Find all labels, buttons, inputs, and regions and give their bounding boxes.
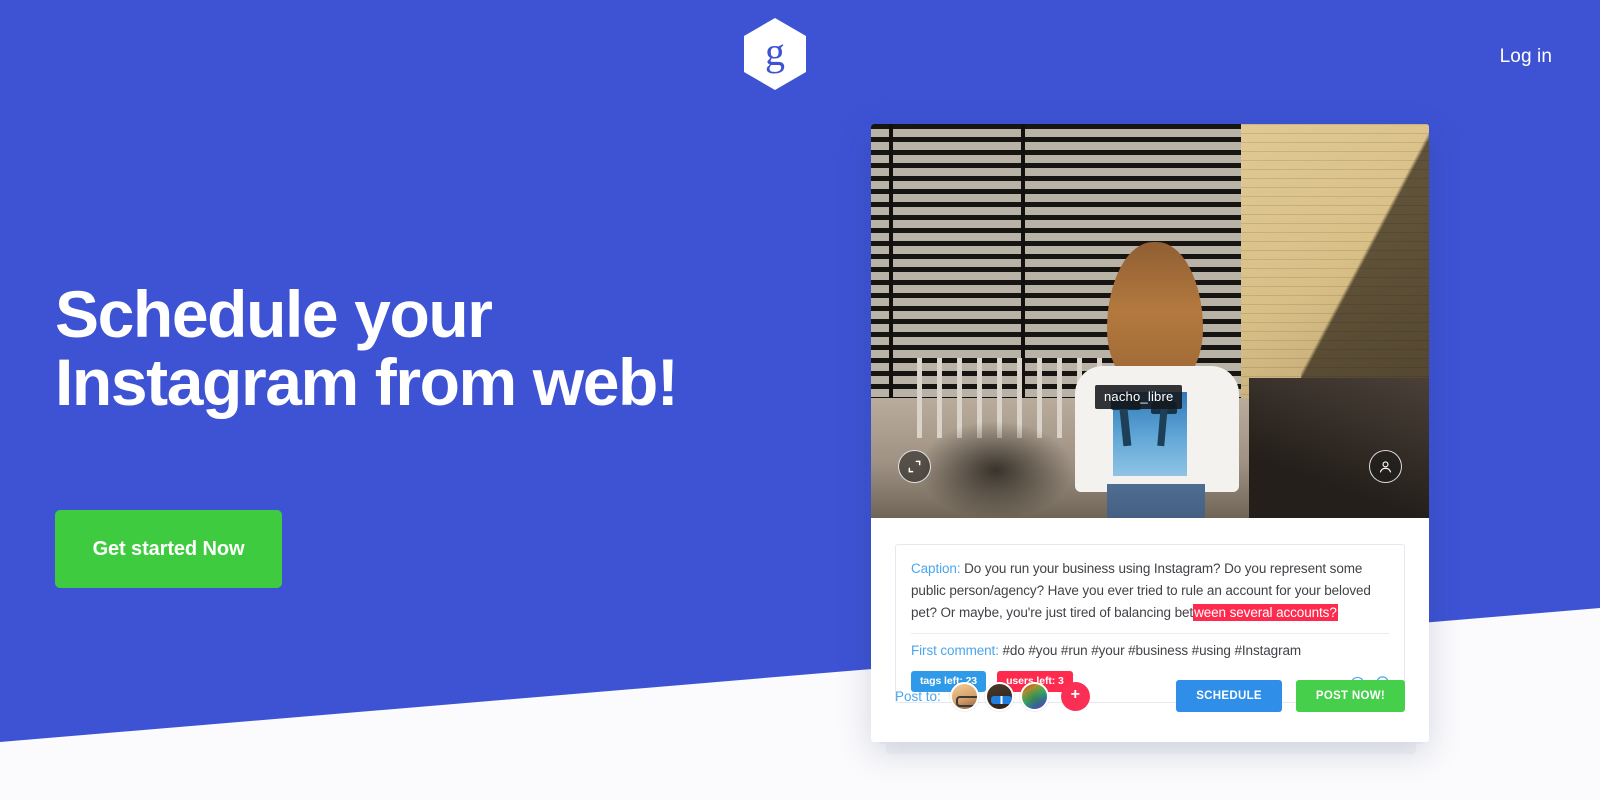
caption-text[interactable]: Caption: Do you run your business using … [911, 558, 1389, 624]
get-started-button[interactable]: Get started Now [55, 510, 282, 588]
composer-footer: Post to: + SCHEDULE POST NOW! [871, 650, 1429, 742]
account-avatar-2[interactable] [984, 681, 1014, 711]
account-avatar-1[interactable] [949, 681, 979, 711]
account-avatar-list: + [949, 681, 1090, 711]
photo-subject-jeans [1107, 484, 1205, 518]
caption-divider [911, 632, 1389, 634]
caption-label: Caption: [911, 561, 961, 576]
post-composer-card: nacho_libre Caption: Do you run your bus… [871, 124, 1429, 742]
caption-highlight: ween several accounts? [1193, 603, 1338, 621]
photo-dark-corner [1249, 378, 1429, 518]
fullscreen-icon[interactable] [898, 450, 931, 483]
headline-line-2: Instagram from web! [55, 344, 679, 419]
post-photo[interactable]: nacho_libre [871, 124, 1429, 518]
hexagon-logo[interactable]: g [744, 18, 806, 90]
headline-line-1: Schedule your [55, 277, 493, 351]
add-account-button[interactable]: + [1060, 681, 1090, 711]
post-now-button[interactable]: POST NOW! [1295, 680, 1405, 712]
photo-subject [1067, 242, 1247, 518]
login-link[interactable]: Log in [1500, 46, 1552, 68]
composer-actions: SCHEDULE POST NOW! [1176, 680, 1405, 712]
schedule-button[interactable]: SCHEDULE [1176, 680, 1282, 712]
account-avatar-3[interactable] [1019, 681, 1049, 711]
user-tag-icon[interactable] [1369, 450, 1402, 483]
logo-letter: g [765, 29, 785, 74]
photo-user-tag[interactable]: nacho_libre [1095, 385, 1183, 409]
page-title: Schedule your Instagram from web! [55, 277, 815, 419]
post-to-label: Post to: [895, 688, 941, 704]
landing-page: g Log in Schedule your Instagram from we… [0, 0, 1600, 800]
